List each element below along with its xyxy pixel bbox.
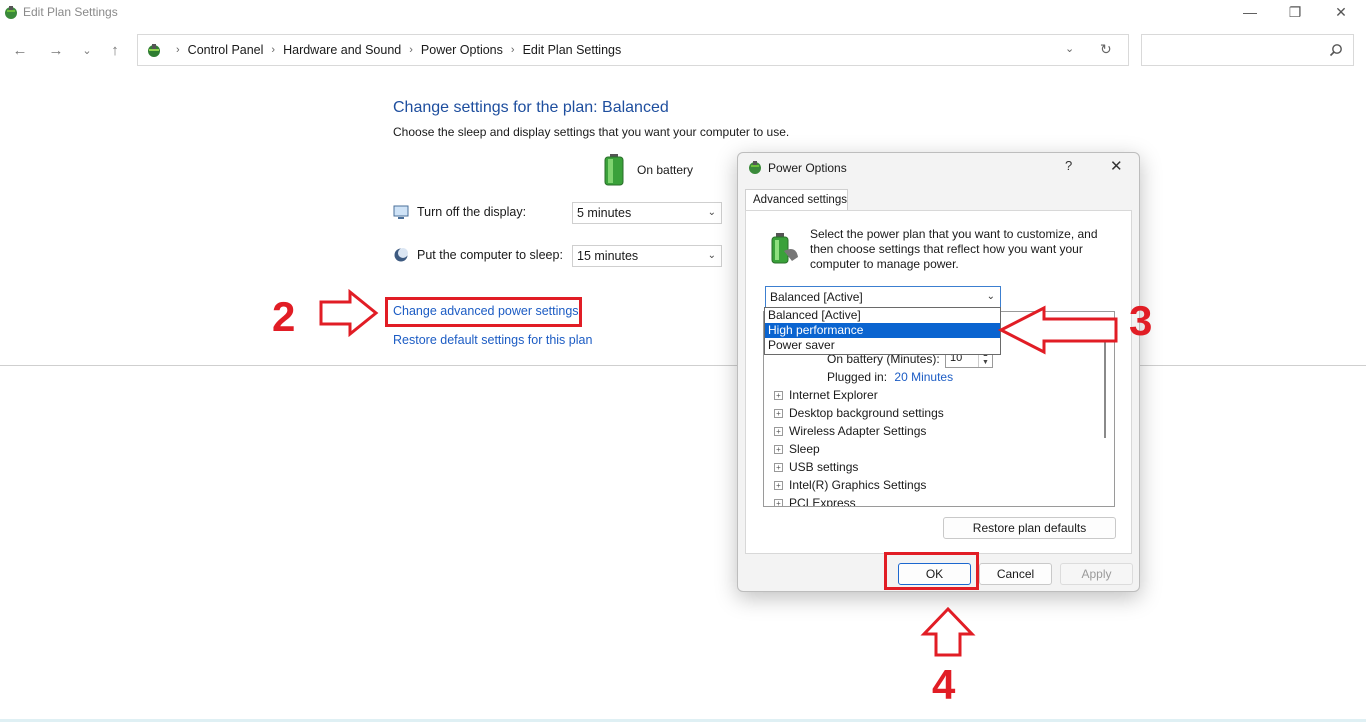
breadcrumb-power-options[interactable]: Power Options: [421, 43, 503, 57]
tree-item[interactable]: + Intel(R) Graphics Settings: [774, 478, 926, 492]
address-dropdown-icon[interactable]: ⌄: [1065, 42, 1074, 55]
chevron-down-icon: ⌄: [707, 250, 716, 261]
minimize-button[interactable]: —: [1227, 0, 1273, 24]
breadcrumb-control-panel[interactable]: Control Panel: [188, 43, 264, 57]
restore-default-settings-link[interactable]: Restore default settings for this plan: [393, 333, 592, 347]
tree-item[interactable]: + Sleep: [774, 442, 820, 456]
sleep-timeout-select[interactable]: 15 minutes ⌄: [572, 245, 722, 267]
step-4-highlight: [884, 552, 979, 590]
tree-item-label: USB settings: [789, 460, 859, 474]
plugged-in-row: Plugged in: 20 Minutes: [827, 370, 953, 384]
power-options-dialog: Power Options ? ✕ Advanced settings Sele…: [737, 152, 1140, 592]
expand-icon[interactable]: +: [774, 445, 783, 454]
power-plan-icon: [771, 233, 798, 264]
breadcrumb: › Control Panel › Hardware and Sound › P…: [168, 43, 621, 57]
address-bar[interactable]: › Control Panel › Hardware and Sound › P…: [137, 34, 1129, 66]
tree-item[interactable]: + USB settings: [774, 460, 858, 474]
option-balanced[interactable]: Balanced [Active]: [765, 308, 1000, 323]
page-title: Change settings for the plan: Balanced: [393, 99, 669, 116]
sleep-setting-row: Put the computer to sleep:: [393, 247, 563, 263]
forward-arrow-icon[interactable]: →: [45, 40, 67, 60]
dialog-close-button[interactable]: ✕: [1110, 157, 1123, 175]
expand-icon[interactable]: +: [774, 427, 783, 436]
chevron-down-icon: ⌄: [707, 207, 716, 218]
apply-button[interactable]: Apply: [1060, 563, 1133, 585]
tree-item-label: PCI Express: [789, 496, 856, 507]
power-options-icon: [749, 161, 761, 174]
expand-icon[interactable]: +: [774, 481, 783, 490]
step-2-arrow-icon: [319, 289, 379, 337]
step-4-arrow-icon: [920, 606, 976, 657]
plugged-in-label: Plugged in:: [827, 370, 888, 384]
battery-icon: [604, 154, 624, 186]
cancel-button[interactable]: Cancel: [979, 563, 1052, 585]
moon-icon: [394, 248, 408, 262]
dialog-title: Power Options: [768, 161, 847, 175]
on-battery-label: On battery: [637, 163, 694, 177]
tab-advanced-settings[interactable]: Advanced settings: [745, 189, 848, 211]
step-2-label: 2: [272, 293, 296, 340]
page-subtitle: Choose the sleep and display settings th…: [393, 125, 790, 139]
tree-item[interactable]: + Wireless Adapter Settings: [774, 424, 926, 438]
breadcrumb-separator: ›: [409, 44, 413, 56]
option-high-performance[interactable]: High performance: [765, 323, 1000, 338]
expand-icon[interactable]: +: [774, 409, 783, 418]
section-divider: [0, 365, 1366, 366]
tree-item[interactable]: + Internet Explorer: [774, 388, 878, 402]
step-3-label: 3: [1129, 297, 1153, 344]
power-plan-select[interactable]: Balanced [Active] ⌄: [765, 286, 1001, 308]
sleep-setting-label: Put the computer to sleep:: [417, 248, 563, 262]
display-setting-row: Turn off the display:: [393, 204, 526, 220]
breadcrumb-hardware-and-sound[interactable]: Hardware and Sound: [283, 43, 401, 57]
tree-item-label: Desktop background settings: [789, 406, 944, 420]
step-3-arrow-icon: [997, 305, 1118, 355]
tree-item-label: Wireless Adapter Settings: [789, 424, 927, 438]
help-icon[interactable]: ?: [1065, 158, 1072, 173]
breadcrumb-separator: ›: [271, 44, 276, 56]
display-setting-label: Turn off the display:: [417, 205, 527, 219]
maximize-button[interactable]: ❐: [1272, 0, 1318, 24]
recent-locations-icon[interactable]: ⌄: [76, 40, 98, 60]
sleep-timeout-value: 15 minutes: [577, 249, 639, 263]
plugged-in-value[interactable]: 20 Minutes: [894, 370, 953, 384]
display-timeout-value: 5 minutes: [577, 206, 632, 220]
power-plan-selected-value: Balanced [Active]: [770, 290, 863, 304]
search-input[interactable]: [1141, 34, 1354, 66]
advanced-settings-panel: Select the power plan that you want to c…: [745, 210, 1132, 554]
chevron-down-icon: ⌄: [986, 291, 995, 302]
title-bar: Edit Plan Settings — ❐ ✕: [0, 0, 1366, 28]
control-panel-icon: [148, 44, 160, 57]
option-power-saver[interactable]: Power saver: [765, 338, 1000, 353]
tree-item-label: Intel(R) Graphics Settings: [789, 478, 927, 492]
window-title: Edit Plan Settings: [23, 5, 118, 19]
expand-icon[interactable]: +: [774, 499, 783, 506]
up-arrow-icon[interactable]: ↑: [104, 40, 126, 60]
tree-item[interactable]: + PCI Express: [774, 496, 856, 507]
breadcrumb-separator: ›: [176, 44, 180, 56]
monitor-icon: [393, 205, 409, 219]
back-arrow-icon[interactable]: ←: [9, 40, 31, 60]
close-button[interactable]: ✕: [1318, 0, 1364, 24]
restore-plan-defaults-button[interactable]: Restore plan defaults: [943, 517, 1116, 539]
breadcrumb-edit-plan-settings[interactable]: Edit Plan Settings: [523, 43, 622, 57]
dialog-description: Select the power plan that you want to c…: [810, 227, 1098, 271]
on-battery-column-header: On battery: [603, 154, 693, 186]
step-4-label: 4: [932, 661, 956, 708]
search-icon: [1329, 44, 1342, 57]
power-plan-dropdown-list[interactable]: Balanced [Active] High performance Power…: [764, 307, 1001, 355]
expand-icon[interactable]: +: [774, 391, 783, 400]
power-options-icon: [5, 6, 17, 19]
tree-item-label: Sleep: [789, 442, 820, 456]
breadcrumb-separator: ›: [510, 44, 515, 56]
tree-item-label: Internet Explorer: [789, 388, 878, 402]
tree-item[interactable]: + Desktop background settings: [774, 406, 944, 420]
step-2-highlight: [385, 297, 582, 327]
refresh-icon[interactable]: ↻: [1100, 41, 1112, 58]
display-timeout-select[interactable]: 5 minutes ⌄: [572, 202, 722, 224]
expand-icon[interactable]: +: [774, 463, 783, 472]
